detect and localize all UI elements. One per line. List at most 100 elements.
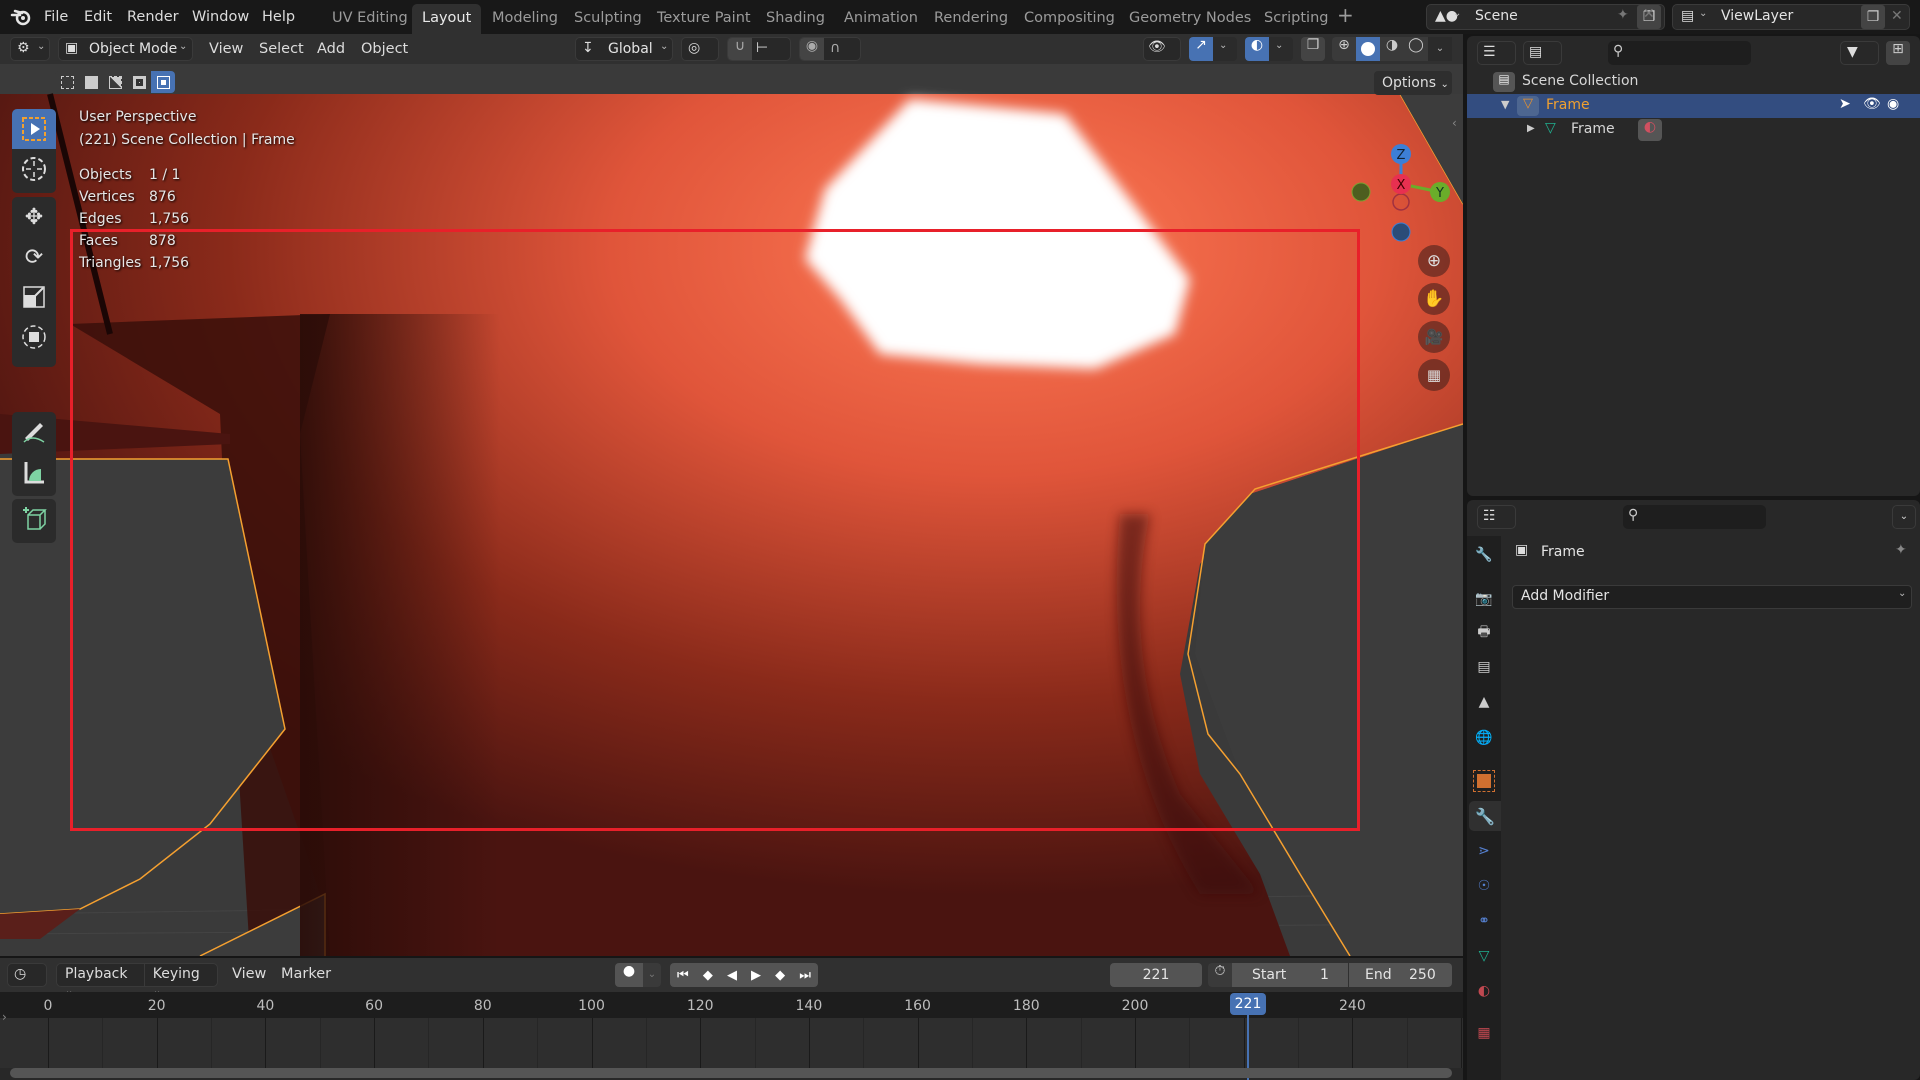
tab-object[interactable] bbox=[1469, 766, 1499, 796]
tab-particles[interactable]: ⋗ bbox=[1469, 836, 1499, 866]
next-keyframe-button[interactable]: ◆ bbox=[775, 968, 785, 983]
move-tool[interactable]: ✥ bbox=[12, 197, 56, 237]
current-frame-field[interactable]: 221 bbox=[1110, 963, 1202, 987]
eye-icon[interactable]: 👁 bbox=[1863, 96, 1881, 112]
menu-playback[interactable]: Playback ⌄ bbox=[57, 964, 145, 997]
tab-physics[interactable]: ☉ bbox=[1469, 871, 1499, 901]
tab-constraints[interactable]: ⚭ bbox=[1469, 906, 1499, 936]
select-subtract-icon[interactable] bbox=[103, 71, 127, 93]
menu-file[interactable]: File bbox=[44, 6, 68, 28]
delete-scene-icon[interactable]: ✕ bbox=[1643, 6, 1655, 22]
select-intersect-icon[interactable] bbox=[151, 71, 175, 93]
tab-sculpting[interactable]: Sculpting bbox=[564, 4, 652, 34]
render-toggle-icon[interactable]: ◉ bbox=[1887, 96, 1899, 112]
visibility-dropdown[interactable]: 👁 bbox=[1143, 37, 1181, 61]
outliner-search-input[interactable]: ⚲ bbox=[1608, 41, 1751, 65]
scene-name[interactable]: Scene bbox=[1475, 8, 1518, 24]
menu-object[interactable]: Object bbox=[361, 38, 408, 60]
playhead-label[interactable]: 221 bbox=[1230, 993, 1266, 1015]
rendered-shading-button[interactable]: ◯ bbox=[1404, 37, 1428, 61]
tab-output[interactable]: 🖶 bbox=[1469, 618, 1499, 648]
jump-start-button[interactable]: ⏮ bbox=[677, 968, 689, 983]
tab-material[interactable]: ◐ bbox=[1469, 976, 1499, 1006]
menu-render[interactable]: Render bbox=[127, 6, 179, 28]
channel-region-toggle-icon[interactable]: › bbox=[2, 1010, 7, 1024]
snap-increment-icon[interactable]: ⊢ bbox=[756, 40, 768, 56]
pivot-point-dropdown[interactable]: ◎ bbox=[681, 37, 719, 61]
outliner-row-scene-collection[interactable]: ▤ Scene Collection bbox=[1467, 70, 1920, 94]
outliner-editor-type[interactable]: ☰ bbox=[1477, 41, 1516, 65]
transform-orientation-dropdown[interactable]: ↧ Global ⌄ bbox=[575, 37, 673, 61]
preview-range-toggle[interactable]: ⏱ bbox=[1208, 963, 1232, 987]
3d-viewport[interactable]: User Perspective (221) Scene Collection … bbox=[0, 34, 1463, 956]
sidebar-toggle-icon[interactable]: ‹ bbox=[1452, 116, 1457, 130]
view-layer-name[interactable]: ViewLayer bbox=[1721, 8, 1793, 24]
timeline-scrollbar[interactable] bbox=[10, 1068, 1452, 1078]
keying-options-dropdown[interactable]: ⌄ bbox=[643, 963, 661, 987]
material-preview-button[interactable]: ◑ bbox=[1380, 37, 1404, 61]
tab-shading[interactable]: Shading bbox=[756, 4, 835, 34]
select-box-tool[interactable] bbox=[12, 109, 56, 149]
tab-geometry-nodes[interactable]: Geometry Nodes bbox=[1119, 4, 1261, 34]
material-icon[interactable]: ◐ bbox=[1638, 119, 1662, 141]
menu-select[interactable]: Select bbox=[259, 38, 304, 60]
start-frame-field[interactable]: Start 1 bbox=[1232, 963, 1348, 987]
add-workspace-button[interactable]: + bbox=[1337, 4, 1354, 26]
play-button[interactable]: ▶ bbox=[751, 968, 761, 983]
menu-view[interactable]: View bbox=[209, 38, 243, 60]
properties-search-input[interactable]: ⚲ bbox=[1623, 505, 1766, 529]
pin-icon[interactable]: ✦ bbox=[1617, 7, 1629, 23]
tab-modifiers[interactable]: 🔧 bbox=[1469, 801, 1501, 831]
tab-view-layer[interactable]: ▤ bbox=[1469, 652, 1499, 682]
tab-tool[interactable]: 🔧 bbox=[1469, 540, 1499, 570]
select-new-icon[interactable] bbox=[55, 71, 79, 93]
options-dropdown[interactable]: Options ⌄ bbox=[1374, 71, 1452, 95]
tab-rendering[interactable]: Rendering bbox=[924, 4, 1018, 34]
properties-options-dropdown[interactable]: ⌄ bbox=[1892, 505, 1916, 529]
overlay-toggle[interactable]: ◐ bbox=[1245, 37, 1269, 61]
tab-modeling[interactable]: Modeling bbox=[482, 4, 568, 34]
tab-animation[interactable]: Animation bbox=[834, 4, 928, 34]
selectable-toggle-icon[interactable]: ➤ bbox=[1839, 96, 1851, 112]
auto-keying-toggle[interactable]: ● bbox=[615, 963, 643, 987]
new-view-layer-icon[interactable]: ❐ bbox=[1861, 5, 1885, 29]
tab-texture[interactable]: ▦ bbox=[1469, 1018, 1499, 1048]
ortho-toggle-button[interactable]: ▦ bbox=[1418, 359, 1450, 391]
display-mode-dropdown[interactable]: ▤ bbox=[1523, 41, 1562, 65]
transform-tool[interactable] bbox=[12, 317, 56, 357]
tab-scripting[interactable]: Scripting bbox=[1254, 4, 1338, 34]
select-invert-icon[interactable] bbox=[127, 71, 151, 93]
tab-render[interactable]: 📷 bbox=[1469, 584, 1499, 614]
tab-uv-editing[interactable]: UV Editing bbox=[322, 4, 418, 34]
proportional-edit-toggle[interactable]: ◉ bbox=[800, 38, 824, 60]
select-extend-icon[interactable] bbox=[79, 71, 103, 93]
jump-end-button[interactable]: ⏭ bbox=[799, 968, 811, 983]
menu-add[interactable]: Add bbox=[317, 38, 345, 60]
cursor-tool[interactable] bbox=[12, 149, 56, 189]
expand-arrow-icon[interactable]: ▼ bbox=[1501, 98, 1509, 111]
solid-shading-button[interactable] bbox=[1356, 37, 1380, 61]
scene-selector[interactable]: ▲● ⌄ Scene ✦ ❐ bbox=[1426, 4, 1665, 30]
menu-window[interactable]: Window bbox=[192, 6, 249, 28]
delete-view-layer-icon[interactable]: ✕ bbox=[1891, 8, 1903, 24]
view-layer-selector[interactable]: ▤ ⌄ ViewLayer ❐ ✕ bbox=[1672, 4, 1910, 30]
outliner-row-object[interactable]: ▼ ▽ Frame ➤ 👁 ◉ bbox=[1467, 94, 1920, 118]
mode-dropdown[interactable]: ▣ Object Mode ⌄ bbox=[58, 37, 193, 61]
pan-view-button[interactable]: ✋ bbox=[1418, 283, 1450, 315]
properties-editor-type[interactable]: ☷ bbox=[1477, 505, 1516, 529]
add-modifier-dropdown[interactable]: Add Modifier ⌄ bbox=[1512, 585, 1912, 609]
menu-view[interactable]: View bbox=[232, 963, 266, 985]
filter-dropdown[interactable]: ▼ bbox=[1840, 41, 1879, 65]
navigation-gizmo[interactable]: Z X Y bbox=[1350, 134, 1460, 254]
pin-icon[interactable]: ✦ bbox=[1895, 542, 1907, 558]
outliner-row-mesh-data[interactable]: ▶ ▽ Frame ◐ bbox=[1467, 118, 1920, 142]
shading-options-dropdown[interactable]: ⌄ bbox=[1428, 37, 1452, 61]
tab-compositing[interactable]: Compositing bbox=[1014, 4, 1125, 34]
tab-scene[interactable]: ▲ bbox=[1469, 687, 1499, 717]
xray-toggle[interactable]: ❐ bbox=[1301, 37, 1325, 61]
menu-marker[interactable]: Marker bbox=[281, 963, 331, 985]
snap-toggle[interactable]: ∪ bbox=[728, 38, 752, 60]
timeline-editor-type[interactable]: ◷ bbox=[7, 963, 47, 987]
annotate-tool[interactable] bbox=[12, 412, 56, 452]
tab-world[interactable]: 🌐 bbox=[1469, 723, 1499, 753]
